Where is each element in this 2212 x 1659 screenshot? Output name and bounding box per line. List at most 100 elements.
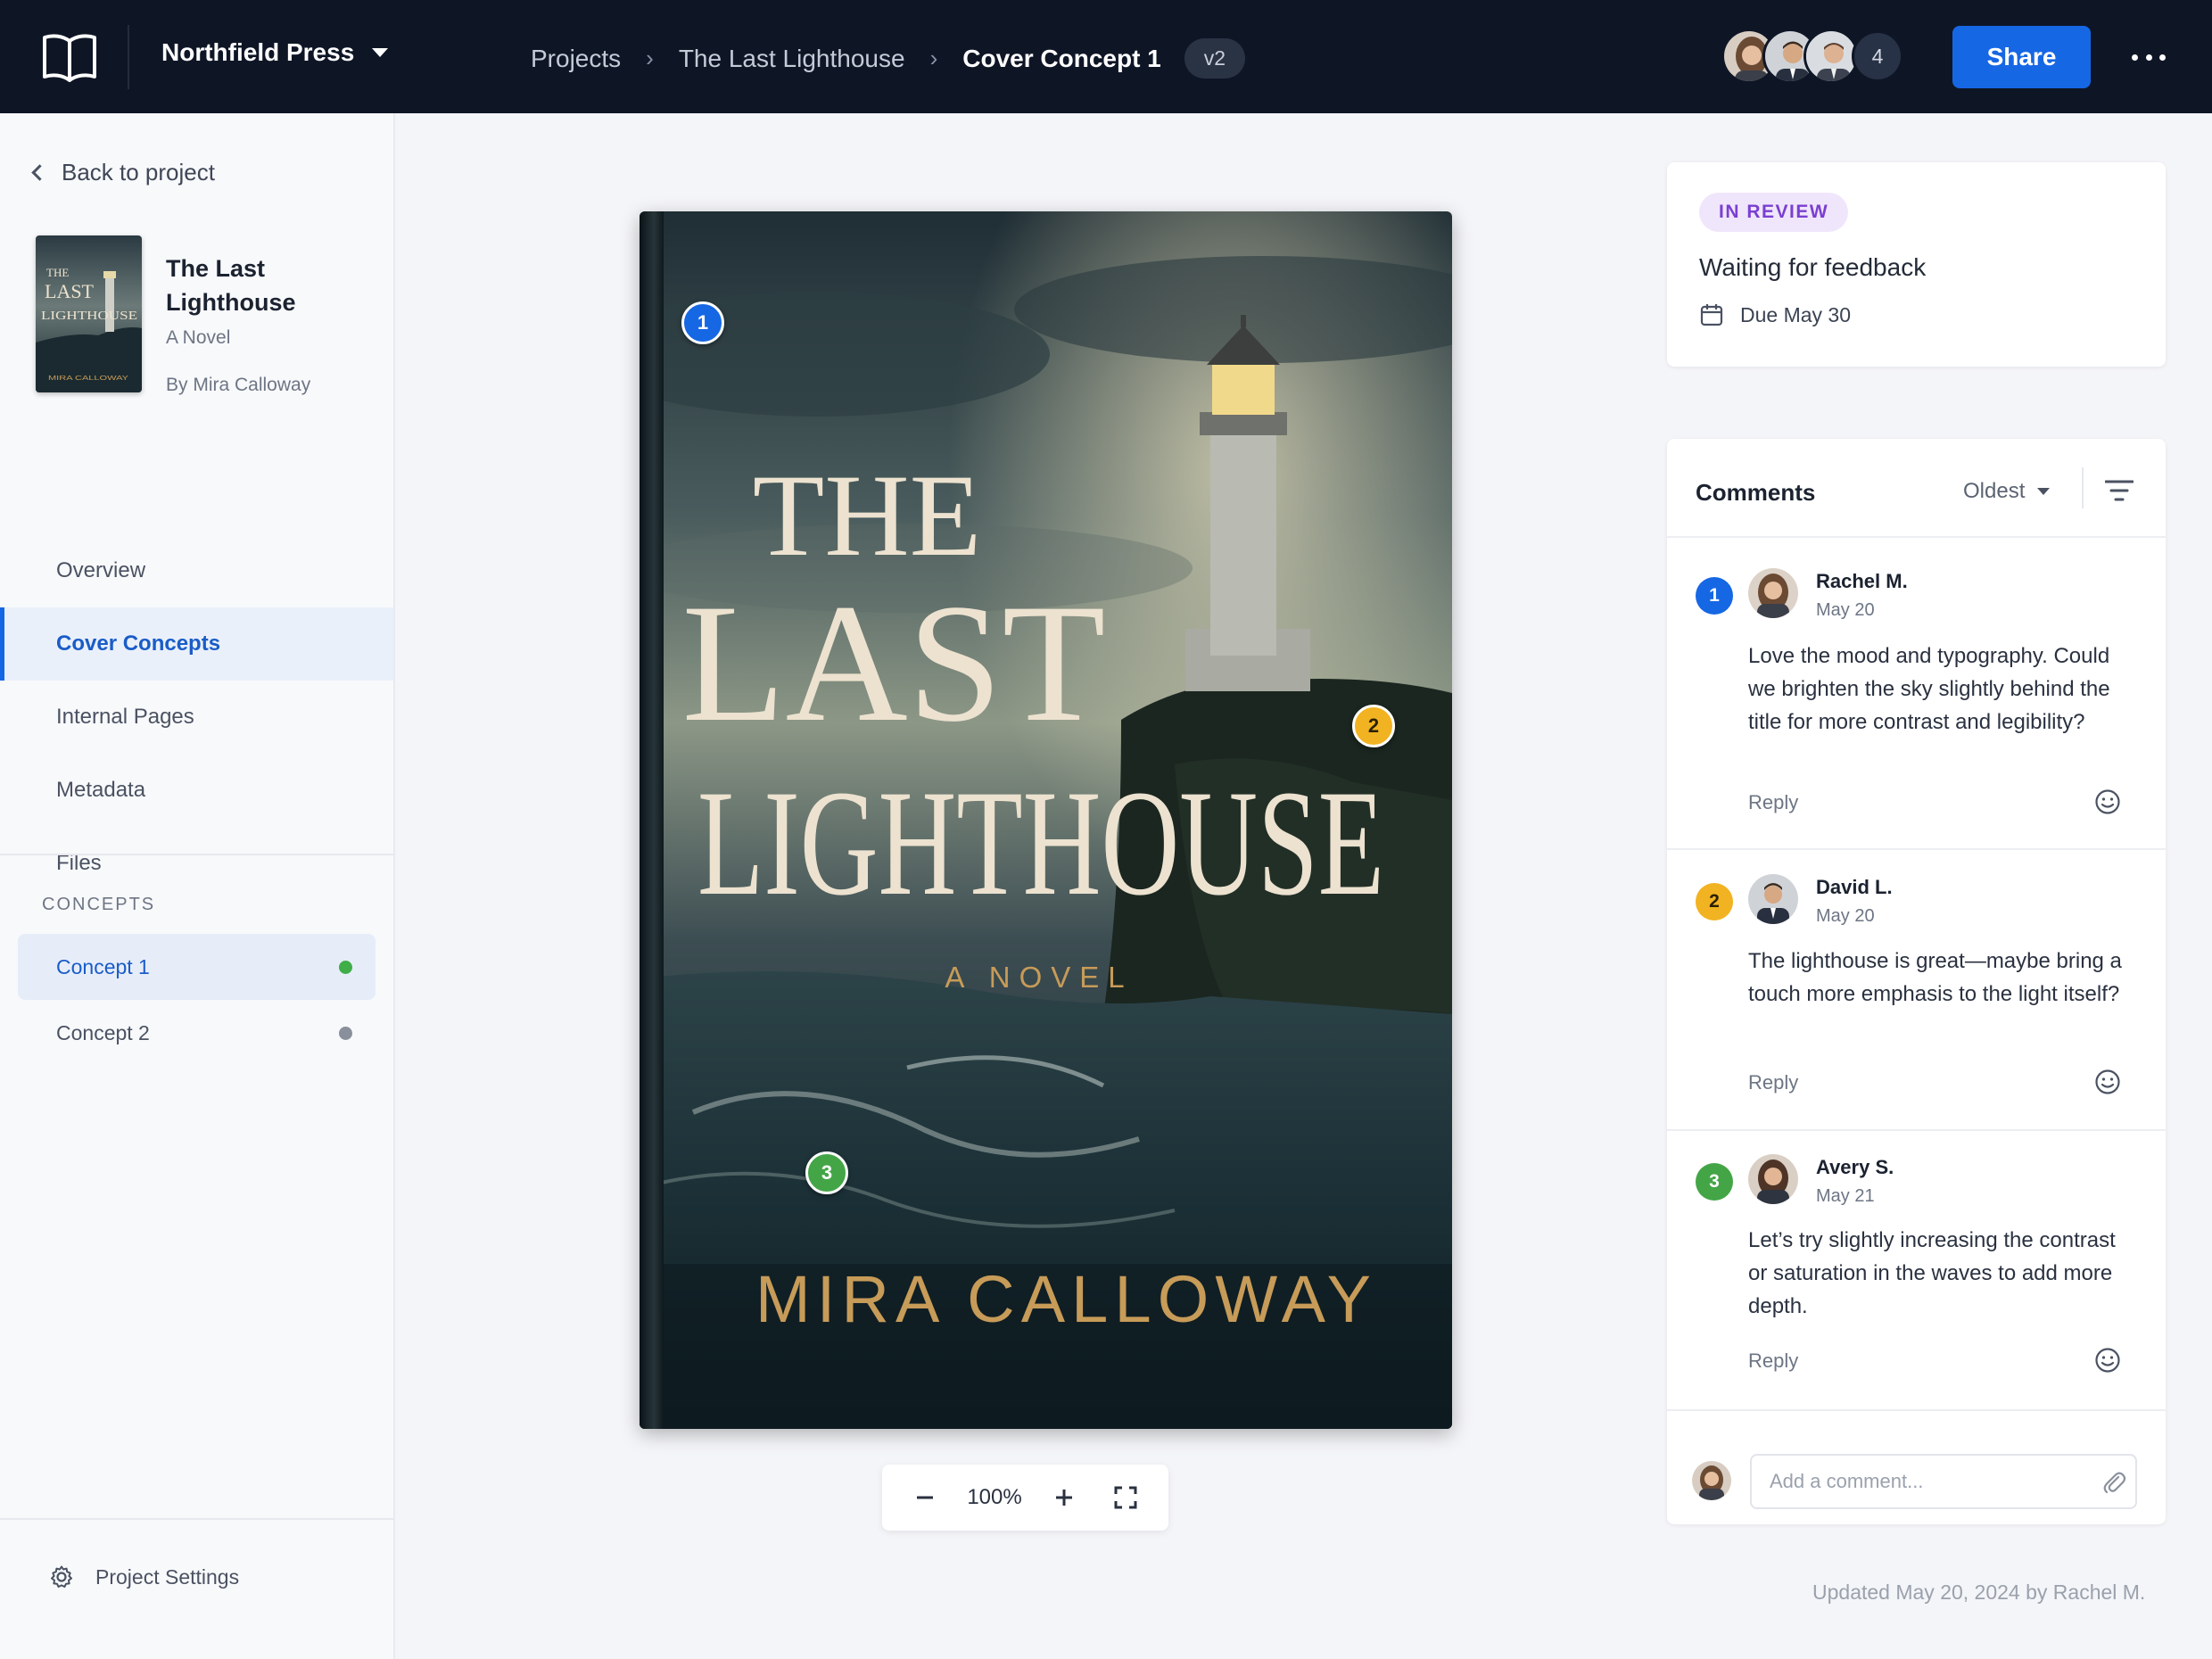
settings-label: Project Settings	[95, 1564, 240, 1589]
concept-label: Concept 2	[56, 1020, 150, 1044]
comment-pin-number[interactable]: 3	[1696, 1163, 1733, 1201]
comment-text: Let’s try slightly increasing the contra…	[1748, 1228, 2116, 1318]
fullscreen-button[interactable]	[1106, 1478, 1145, 1517]
thumb-author: MIRA CALLOWAY	[48, 376, 129, 382]
more-options-icon[interactable]	[2126, 39, 2171, 75]
breadcrumb-project[interactable]: The Last Lighthouse	[679, 45, 905, 73]
cover-title-line3: LIGHTHOUSE	[697, 759, 1384, 927]
zoom-out-button[interactable]	[905, 1478, 945, 1517]
comment-text: Love the mood and typography. Could we b…	[1748, 644, 2110, 734]
comment-author: Avery S.	[1816, 1156, 1894, 1178]
sidebar-item-overview[interactable]: Overview	[0, 534, 393, 607]
annotation-pin-2[interactable]: 2	[1352, 705, 1395, 747]
comment-item: 2 David L. May 20 The lighthouse is grea…	[1667, 850, 2166, 1131]
comment-date: May 20	[1816, 906, 1875, 926]
avatar	[1748, 874, 1798, 924]
annotation-pin-1[interactable]: 1	[681, 301, 724, 344]
thumb-title-1: THE	[46, 266, 69, 279]
org-name: Northfield Press	[161, 38, 355, 66]
chevron-down-icon	[2037, 488, 2051, 495]
sidebar-item-files[interactable]: Files	[0, 827, 393, 900]
concept-list: Concept 1 Concept 2	[18, 934, 376, 1066]
thumb-title-2: LAST	[45, 280, 95, 302]
project-title: The Last Lighthouse	[166, 255, 296, 316]
avatar	[1748, 1154, 1798, 1204]
comments-panel: Comments Oldest 1 Rachel M. May 20 Love …	[1667, 439, 2166, 1524]
sidebar-divider	[0, 854, 393, 855]
paperclip-icon[interactable]	[2101, 1469, 2126, 1496]
reply-button[interactable]: Reply	[1748, 791, 1798, 814]
avatar	[1692, 1461, 1731, 1500]
minus-icon	[917, 1496, 934, 1499]
plus-icon	[1055, 1490, 1072, 1506]
version-badge[interactable]: v2	[1184, 38, 1246, 78]
review-status-text: Waiting for feedback	[1699, 253, 1927, 281]
sidebar-nav: Overview Cover Concepts Internal Pages M…	[0, 534, 393, 900]
annotation-pin-3[interactable]: 3	[805, 1151, 848, 1194]
sort-dropdown[interactable]: Oldest	[1963, 479, 2051, 504]
chevron-right-icon: ›	[929, 45, 938, 71]
cover-title-line1: THE	[753, 450, 982, 581]
collaborator-avatars[interactable]: 4	[1721, 29, 1903, 84]
concept-label: Concept 1	[56, 954, 150, 978]
comment-date: May 21	[1816, 1186, 1875, 1206]
gear-icon	[51, 1565, 72, 1588]
status-badge: IN REVIEW	[1699, 193, 1849, 232]
cover-preview[interactable]: THE LAST LIGHTHOUSE A NOVEL MIRA CALLOWA…	[640, 211, 1452, 1429]
project-settings-link[interactable]: Project Settings	[49, 1564, 239, 1589]
comments-header: Comments Oldest	[1667, 439, 2166, 538]
emoji-reaction-icon[interactable]	[2094, 1069, 2121, 1095]
back-to-project-link[interactable]: Back to project	[31, 159, 215, 186]
share-button[interactable]: Share	[1952, 26, 2091, 88]
status-dot	[339, 960, 352, 974]
collaborator-count[interactable]: 4	[1852, 30, 1903, 82]
comment-item: 1 Rachel M. May 20 Love the mood and typ…	[1667, 538, 2166, 850]
zoom-level: 100%	[967, 1485, 1022, 1509]
comments-title: Comments	[1696, 479, 1816, 506]
comment-pin-number[interactable]: 1	[1696, 577, 1733, 615]
concept-item-1[interactable]: Concept 1	[18, 934, 376, 1000]
sidebar: Back to project THE LAST LIGHTHOUSE MIRA…	[0, 113, 395, 1659]
sidebar-item-metadata[interactable]: Metadata	[0, 754, 393, 827]
top-bar: Northfield Press Projects › The Last Lig…	[0, 0, 2212, 113]
comment-input[interactable]	[1750, 1454, 2137, 1509]
org-switcher[interactable]: Northfield Press	[161, 38, 389, 67]
sidebar-divider	[0, 1518, 393, 1520]
sidebar-item-cover-concepts[interactable]: Cover Concepts	[0, 607, 393, 681]
cover-title-line2: LAST	[682, 570, 1106, 757]
header-divider	[2082, 467, 2084, 508]
book-logo-icon[interactable]	[41, 30, 98, 84]
filter-icon[interactable]	[2105, 479, 2134, 502]
reply-button[interactable]: Reply	[1748, 1071, 1798, 1094]
project-thumbnail: THE LAST LIGHTHOUSE MIRA CALLOWAY	[36, 235, 142, 392]
comment-pin-number[interactable]: 2	[1696, 883, 1733, 920]
chevron-right-icon: ›	[646, 45, 654, 71]
thumb-title-3: LIGHTHOUSE	[41, 310, 137, 323]
zoom-in-button[interactable]	[1044, 1478, 1084, 1517]
sidebar-item-internal-pages[interactable]: Internal Pages	[0, 681, 393, 754]
comment-author: Rachel M.	[1816, 570, 1908, 592]
review-status-card: IN REVIEW Waiting for feedback Due May 3…	[1667, 162, 2166, 367]
fullscreen-icon	[1114, 1486, 1136, 1509]
reply-button[interactable]: Reply	[1748, 1349, 1798, 1373]
comment-text: The lighthouse is great—maybe bring a to…	[1748, 949, 2122, 1006]
avatar[interactable]	[1803, 29, 1859, 84]
status-dot	[339, 1026, 352, 1040]
chevron-down-icon	[372, 48, 389, 57]
due-date-text: Due May 30	[1740, 302, 1852, 326]
topbar-divider	[128, 25, 129, 89]
concept-item-2[interactable]: Concept 2	[18, 1000, 376, 1066]
comment-author: David L.	[1816, 876, 1893, 898]
emoji-reaction-icon[interactable]	[2094, 788, 2121, 815]
cover-artwork: THE LAST LIGHTHOUSE A NOVEL MIRA CALLOWA…	[640, 211, 1452, 1429]
emoji-reaction-icon[interactable]	[2094, 1347, 2121, 1374]
chevron-left-icon	[31, 164, 48, 181]
add-comment-row	[1667, 1434, 2166, 1524]
project-author: By Mira Calloway	[166, 375, 311, 395]
concepts-heading: CONCEPTS	[42, 895, 156, 914]
due-date: Due May 30	[1699, 302, 1851, 327]
breadcrumb-projects[interactable]: Projects	[531, 45, 621, 73]
breadcrumb-current: Cover Concept 1	[962, 44, 1161, 72]
comment-date: May 20	[1816, 600, 1875, 620]
last-updated: Updated May 20, 2024 by Rachel M.	[1812, 1581, 2146, 1604]
